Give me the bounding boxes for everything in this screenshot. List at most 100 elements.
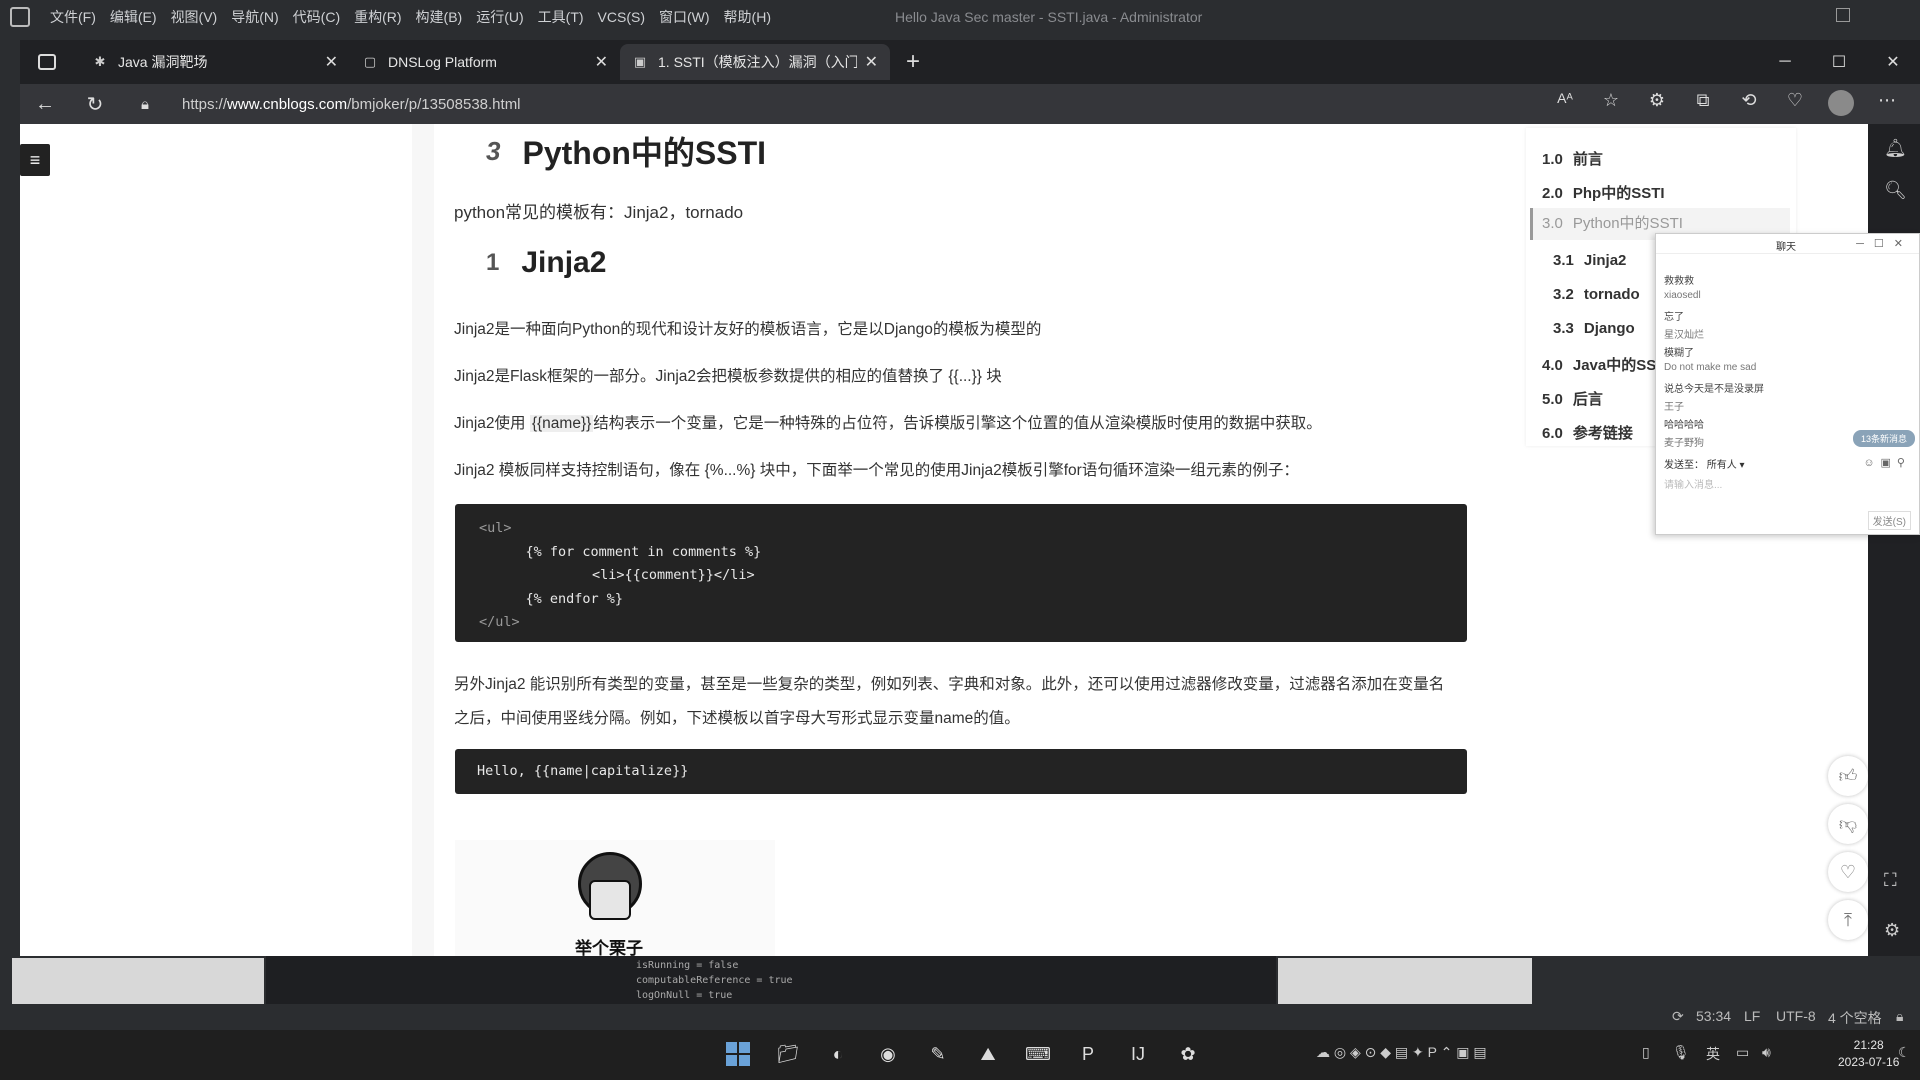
toc-item[interactable]: 4.0 Java中的SSTI: [1542, 354, 1670, 375]
close-icon[interactable]: ✕: [325, 52, 338, 72]
tab-ssti-article[interactable]: ▣ 1. SSTI（模板注入）漏洞（入门篇） ✕: [620, 44, 890, 80]
lock-icon[interactable]: 🔒︎: [120, 96, 170, 113]
hamburger-menu-button[interactable]: ≡: [20, 144, 50, 176]
tab-actions-icon[interactable]: [38, 54, 56, 70]
toc-num: 5.0: [1542, 391, 1563, 408]
lock-icon[interactable]: 🔒︎: [1896, 1008, 1903, 1025]
code-block-for-loop[interactable]: <ul> {% for comment in comments %} <li>{…: [455, 504, 1467, 642]
toc-label: 前言: [1572, 151, 1603, 168]
toc-label: tornado: [1583, 286, 1640, 303]
ide-menu-refactor[interactable]: 重构(R): [354, 7, 401, 27]
windows-taskbar: 📁︎ ◐ ◉ ✎ ⛰ ⌨ P IJ ✿ ☁ ◎ ◈ ⊙ ◆ ▤ ✦ P ⌃ ▣ …: [0, 1030, 1920, 1080]
code-line: <ul>: [479, 520, 512, 536]
notification-moon-icon[interactable]: ☾: [1898, 1044, 1911, 1061]
thumbs-down-icon[interactable]: 👎︎: [1828, 804, 1868, 844]
close-icon[interactable]: ✕: [595, 52, 608, 72]
git-icon[interactable]: ⟳: [1672, 1008, 1684, 1025]
cnblogs-icon: ▣: [633, 54, 647, 69]
send-button[interactable]: 发送(S): [1867, 511, 1911, 530]
chat-toolbar-icons[interactable]: ☺▣⚲: [1863, 456, 1911, 469]
system-clock[interactable]: 21:28 2023-07-16: [1838, 1037, 1899, 1071]
favorite-star-icon[interactable]: ☆: [1588, 90, 1634, 121]
back-to-top-icon[interactable]: ⤒: [1828, 900, 1868, 940]
cursor-position[interactable]: 53:34: [1696, 1008, 1731, 1024]
edge-browser-icon[interactable]: ◐: [824, 1040, 852, 1068]
search-icon[interactable]: 🔍︎: [1884, 180, 1907, 201]
tool-app-icon[interactable]: ✎: [924, 1040, 952, 1068]
code-block-capitalize[interactable]: Hello, {{name|capitalize}}: [455, 749, 1467, 794]
network-icon[interactable]: ▭: [1736, 1044, 1749, 1061]
url-field[interactable]: https://www.cnblogs.com/bmjoker/p/135085…: [182, 96, 521, 113]
heading-jinja2: 1 Jinja2: [486, 246, 606, 280]
volume-icon[interactable]: 🔊︎: [1762, 1044, 1771, 1061]
ide-menu-help[interactable]: 帮助(H): [724, 7, 771, 27]
toc-item[interactable]: 6.0 参考链接: [1542, 422, 1633, 443]
line-separator[interactable]: LF: [1744, 1008, 1760, 1024]
toc-item[interactable]: 3.3 Django: [1553, 320, 1635, 337]
close-window-icon[interactable]: ✕: [1866, 52, 1920, 72]
profile-avatar[interactable]: [1818, 90, 1864, 121]
read-aloud-icon[interactable]: Aᴬ: [1542, 90, 1588, 121]
new-tab-plus-icon[interactable]: +: [906, 48, 920, 76]
ide-menu-file[interactable]: 文件(F): [50, 7, 96, 27]
ide-menu-run[interactable]: 运行(U): [476, 7, 523, 27]
thumbs-up-icon[interactable]: 👍︎: [1828, 756, 1868, 796]
pycharm-icon[interactable]: P: [1074, 1040, 1102, 1068]
screenshot-icon[interactable]: ⛶: [1884, 870, 1897, 891]
toc-num: 6.0: [1542, 425, 1563, 442]
chat-app-icon[interactable]: ◉: [874, 1040, 902, 1068]
ide-restore-icon[interactable]: [1836, 8, 1850, 22]
terminal-icon[interactable]: ⌨: [1024, 1040, 1052, 1068]
back-arrow-icon[interactable]: ←: [20, 93, 70, 116]
maximize-icon[interactable]: ☐: [1812, 52, 1866, 72]
minimize-icon[interactable]: ─: [1758, 53, 1812, 71]
chat-message: 救救救: [1664, 276, 1694, 287]
bell-icon[interactable]: 🔔︎: [1884, 138, 1907, 159]
close-icon[interactable]: ✕: [865, 52, 878, 72]
chat-input[interactable]: 请输入消息...: [1664, 476, 1722, 491]
ide-menu-window[interactable]: 窗口(W): [659, 7, 710, 27]
ide-menu-build[interactable]: 构建(B): [416, 7, 463, 27]
more-menu-icon[interactable]: ⋯: [1864, 90, 1910, 121]
heading-text: Python中的SSTI: [522, 135, 767, 171]
toc-item[interactable]: 2.0 Php中的SSTI: [1542, 182, 1665, 203]
chat-message: 星汉灿烂: [1664, 330, 1704, 341]
battery-icon[interactable]: ▯: [1642, 1044, 1650, 1061]
toc-item[interactable]: 5.0 后言: [1542, 388, 1603, 409]
new-messages-badge[interactable]: 13条新消息: [1852, 430, 1915, 447]
windows-start-icon[interactable]: [724, 1040, 752, 1068]
chat-message: 王子: [1664, 402, 1684, 413]
toc-item[interactable]: 3.2 tornado: [1553, 286, 1640, 303]
extra-app-icon[interactable]: ✿: [1174, 1040, 1202, 1068]
toc-item[interactable]: 3.1 Jinja2: [1553, 252, 1626, 269]
performance-heart-icon[interactable]: ♡: [1772, 90, 1818, 121]
intellij-icon[interactable]: IJ: [1124, 1040, 1152, 1068]
ime-indicator[interactable]: 英: [1706, 1044, 1720, 1064]
url-path: /bmjoker/p/13508538.html: [347, 95, 521, 113]
ide-menu-code[interactable]: 代码(C): [293, 7, 340, 27]
ide-menu-vcs[interactable]: VCS(S): [598, 9, 645, 25]
url-host: www.cnblogs.com: [227, 95, 348, 113]
image-app-icon[interactable]: ⛰: [974, 1040, 1002, 1068]
tab-dnslog[interactable]: ▢ DNSLog Platform ✕: [350, 44, 620, 80]
toc-item[interactable]: 1.0 前言: [1542, 148, 1603, 169]
file-explorer-icon[interactable]: 📁︎: [774, 1040, 802, 1068]
ide-menu-view[interactable]: 视图(V): [171, 7, 218, 27]
chat-window-controls[interactable]: ─☐✕: [1856, 237, 1913, 250]
ide-menu-tools[interactable]: 工具(T): [538, 7, 584, 27]
heart-icon[interactable]: ♡: [1828, 852, 1868, 892]
refresh-icon[interactable]: ↻: [70, 92, 120, 117]
history-icon[interactable]: ⟲: [1726, 90, 1772, 121]
ide-status-bar: ⟳ 53:34 LF UTF-8 4 个空格 🔒︎: [0, 1004, 1920, 1030]
settings-gear-icon[interactable]: ⚙: [1884, 920, 1900, 941]
file-encoding[interactable]: UTF-8: [1776, 1008, 1816, 1024]
send-to-selector[interactable]: 发送至： 所有人 ▾: [1664, 456, 1745, 471]
tab-java-range[interactable]: ✱ Java 漏洞靶场 ✕: [80, 44, 350, 80]
microphone-icon[interactable]: 🎙︎: [1672, 1044, 1690, 1061]
collections-icon[interactable]: ⧉: [1680, 90, 1726, 121]
extensions-icon[interactable]: ⚙: [1634, 90, 1680, 121]
ide-menu-edit[interactable]: 编辑(E): [110, 7, 157, 27]
ide-menu-navigate[interactable]: 导航(N): [231, 7, 278, 27]
indent-setting[interactable]: 4 个空格: [1828, 1008, 1882, 1028]
tray-icons[interactable]: ☁ ◎ ◈ ⊙ ◆ ▤ ✦ P ⌃ ▣ ▤: [1316, 1044, 1487, 1061]
